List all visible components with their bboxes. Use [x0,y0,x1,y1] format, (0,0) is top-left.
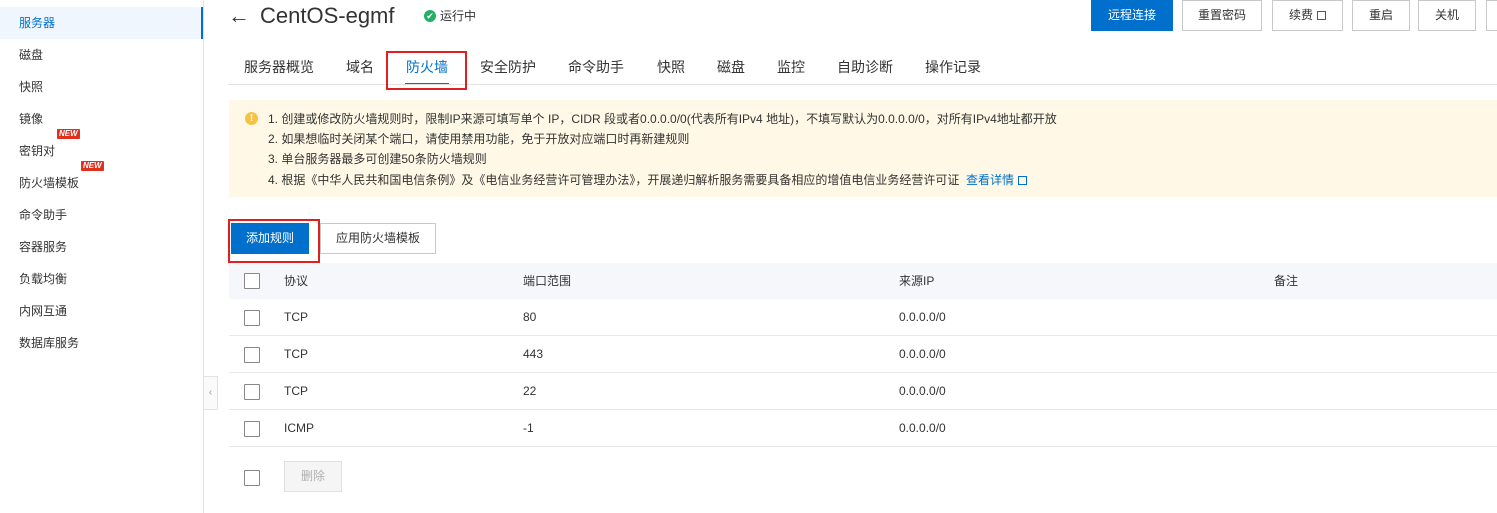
sidebar-item-label: 命令助手 [19,208,68,222]
select-all-footer-checkbox[interactable] [244,470,260,486]
row-checkbox[interactable] [244,421,260,437]
status-badge: ✔ 运行中 [424,9,476,23]
cell-protocol: TCP [284,384,308,398]
cell-source-ip: 0.0.0.0/0 [899,310,946,324]
tabs-divider [228,84,1497,85]
shutdown-button[interactable]: 关机 [1418,0,1476,31]
table-row: TCP 22 0.0.0.0/0 [229,373,1497,410]
more-button[interactable] [1486,0,1497,31]
table-header: 协议 端口范围 来源IP 备注 [229,263,1497,299]
sidebar: 服务器 磁盘 快照 镜像 密钥对NEW 防火墙模板NEW 命令助手 容器服务 负… [0,0,204,513]
view-details-label: 查看详情 [966,173,1015,187]
cell-protocol: TCP [284,347,308,361]
cell-port: -1 [523,421,534,435]
delete-button[interactable]: 删除 [284,461,342,492]
column-header-protocol: 协议 [284,274,309,288]
external-link-icon [1018,175,1029,185]
tab-disk[interactable]: 磁盘 [716,52,746,84]
notice-line-4: 4. 根据《中华人民共和国电信条例》及《电信业务经营许可管理办法》，开展递归解析… [268,172,1029,188]
cell-port: 443 [523,347,544,361]
notice-line-text: 4. 根据《中华人民共和国电信条例》及《电信业务经营许可管理办法》，开展递归解析… [268,173,960,187]
sidebar-item-label: 密钥对 [19,144,56,158]
sidebar-item-server[interactable]: 服务器 [0,7,203,39]
reset-password-button[interactable]: 重置密码 [1182,0,1262,31]
tab-snapshot[interactable]: 快照 [656,52,686,84]
view-details-link[interactable]: 查看详情 [966,173,1029,187]
tab-domain[interactable]: 域名 [345,52,375,84]
notice-line: 1. 创建或修改防火墙规则时，限制IP来源可填写单个 IP，CIDR 段或者0.… [268,112,1057,126]
tab-command-assistant[interactable]: 命令助手 [567,52,625,84]
renew-button[interactable]: 续费 [1272,0,1343,31]
row-checkbox[interactable] [244,384,260,400]
notice-panel: ! 1. 创建或修改防火墙规则时，限制IP来源可填写单个 IP，CIDR 段或者… [229,100,1497,197]
cell-port: 22 [523,384,537,398]
restart-button[interactable]: 重启 [1352,0,1410,31]
notice-line: 3. 单台服务器最多可创建50条防火墙规则 [268,152,487,166]
cell-source-ip: 0.0.0.0/0 [899,384,946,398]
apply-template-button[interactable]: 应用防火墙模板 [320,223,436,254]
column-header-port: 端口范围 [523,274,572,288]
sidebar-item-intranet[interactable]: 内网互通 [0,295,203,327]
cell-protocol: TCP [284,310,308,324]
sidebar-collapse-handle[interactable]: ‹ [204,376,218,410]
tab-security[interactable]: 安全防护 [480,52,536,84]
row-checkbox[interactable] [244,347,260,363]
sidebar-item-label: 容器服务 [19,240,68,254]
sidebar-item-label: 负载均衡 [19,272,68,286]
table-row: ICMP -1 0.0.0.0/0 [229,410,1497,447]
table-footer: 删除 [229,460,1497,494]
add-rule-button[interactable]: 添加规则 [231,223,309,254]
cell-source-ip: 0.0.0.0/0 [899,421,946,435]
column-header-note: 备注 [1274,274,1299,288]
warning-icon: ! [245,112,258,125]
tab-diagnosis[interactable]: 自助诊断 [836,52,894,84]
back-arrow-icon[interactable]: ← [228,2,250,30]
new-badge: NEW [57,129,80,139]
sidebar-item-snapshot[interactable]: 快照 [0,71,203,103]
tab-firewall[interactable]: 防火墙 [405,52,449,85]
sidebar-item-label: 磁盘 [19,48,44,62]
sidebar-item-firewall-template[interactable]: 防火墙模板NEW [0,161,203,199]
table-row: TCP 80 0.0.0.0/0 [229,299,1497,336]
tab-monitor[interactable]: 监控 [776,52,806,84]
sidebar-item-load-balancer[interactable]: 负载均衡 [0,263,203,295]
renew-label: 续费 [1288,8,1313,22]
external-link-icon [1317,10,1327,20]
notice-line: 2. 如果想临时关闭某个端口，请使用禁用功能，免于开放对应端口时再新建规则 [268,132,690,146]
sidebar-item-image[interactable]: 镜像 [0,103,203,135]
remote-connect-button[interactable]: 远程连接 [1091,0,1173,31]
cell-port: 80 [523,310,537,324]
sidebar-item-label: 数据库服务 [19,336,80,350]
table-row: TCP 443 0.0.0.0/0 [229,336,1497,373]
sidebar-item-label: 镜像 [19,112,44,126]
sidebar-item-label: 防火墙模板 [19,176,80,190]
cell-protocol: ICMP [284,421,314,435]
row-checkbox[interactable] [244,310,260,326]
firewall-rules-table: 协议 端口范围 来源IP 备注 TCP 80 0.0.0.0/0 TCP 443… [229,263,1497,447]
sidebar-item-database[interactable]: 数据库服务 [0,327,203,359]
page-title: CentOS-egmf [260,3,395,28]
sidebar-item-label: 快照 [19,80,44,94]
sidebar-item-label: 内网互通 [19,304,68,318]
column-header-source-ip: 来源IP [899,274,935,288]
sidebar-item-label: 服务器 [19,16,56,30]
status-text: 运行中 [440,9,477,23]
tab-overview[interactable]: 服务器概览 [244,52,314,84]
check-circle-icon: ✔ [424,10,436,22]
cell-source-ip: 0.0.0.0/0 [899,347,946,361]
sidebar-item-command-assistant[interactable]: 命令助手 [0,199,203,231]
tab-operation-log[interactable]: 操作记录 [924,52,982,84]
sidebar-item-disk[interactable]: 磁盘 [0,39,203,71]
new-badge: NEW [81,161,104,171]
sidebar-item-container[interactable]: 容器服务 [0,231,203,263]
select-all-checkbox[interactable] [244,273,260,289]
